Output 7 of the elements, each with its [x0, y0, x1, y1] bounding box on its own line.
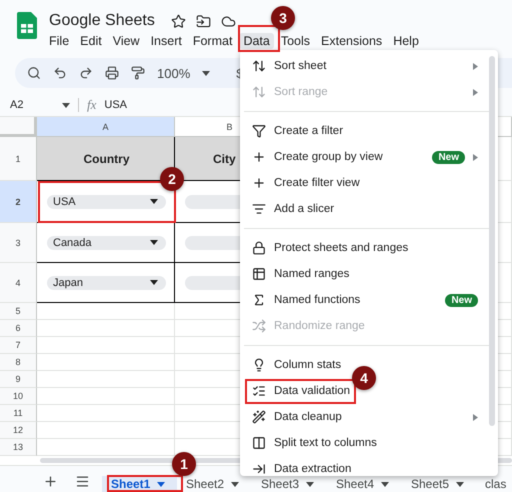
function-label: fx: [87, 97, 96, 113]
new-badge: New: [432, 150, 465, 164]
document-title: Google Sheets: [49, 12, 155, 30]
column-title: City: [213, 152, 236, 166]
step-badge: 3: [271, 6, 295, 30]
new-badge: New: [445, 294, 478, 306]
column-title: Country: [82, 152, 130, 166]
